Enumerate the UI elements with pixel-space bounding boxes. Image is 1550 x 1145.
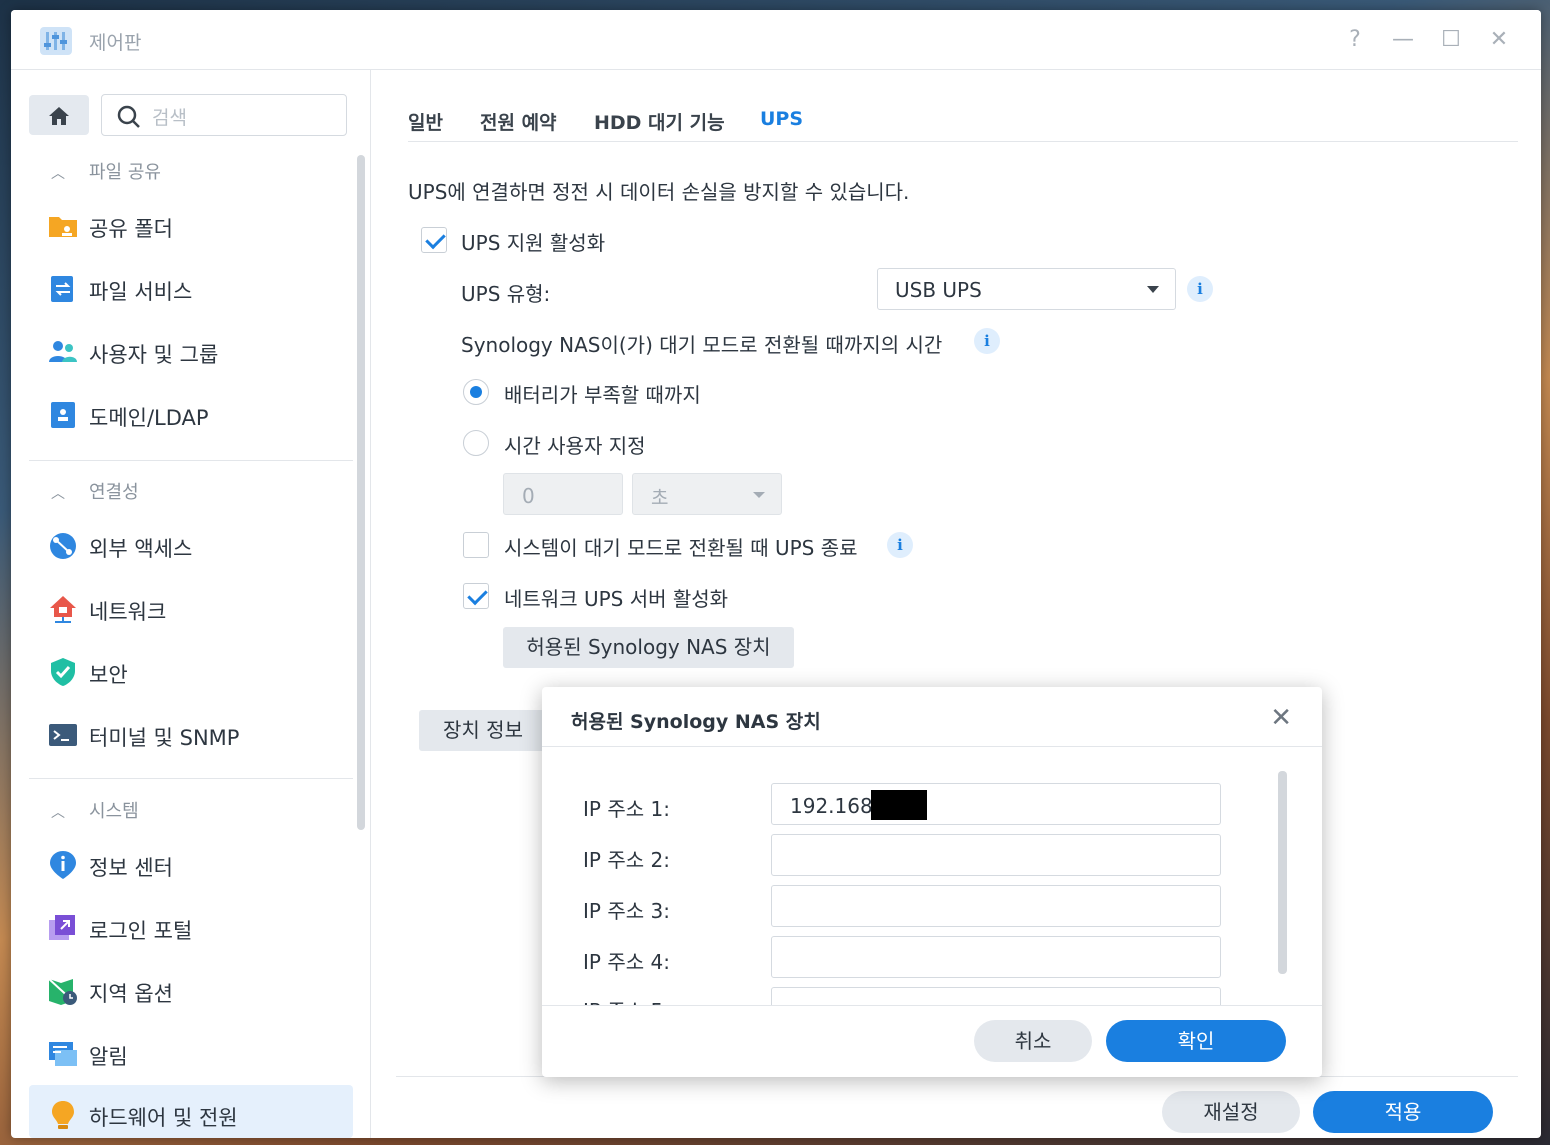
cancel-button[interactable]: 취소 [974, 1020, 1092, 1062]
time-value-input[interactable]: 0 [503, 473, 623, 515]
low-battery-radio[interactable] [463, 379, 489, 405]
standby-time-label: Synology NAS이(가) 대기 모드로 전환될 때까지의 시간 [461, 333, 943, 357]
dropdown-arrow-icon [753, 492, 765, 498]
custom-time-radio[interactable] [463, 430, 489, 456]
sidebar-item-notification[interactable]: 알림 [29, 1028, 353, 1080]
domain-ldap-icon [51, 402, 75, 428]
sidebar-item-hardware-power[interactable]: 하드웨어 및 전원 [29, 1085, 353, 1138]
regional-options-icon [48, 978, 77, 1005]
enable-ups-checkbox[interactable] [421, 227, 447, 253]
ip-address-4-input[interactable] [771, 936, 1221, 978]
section-connectivity[interactable]: ︿ 연결성 [51, 478, 139, 504]
sidebar-item-terminal-snmp[interactable]: 터미널 및 SNMP [29, 709, 353, 761]
device-info-button[interactable]: 장치 정보 [419, 710, 547, 751]
sidebar-item-shared-folder[interactable]: 공유 폴더 [29, 200, 353, 252]
home-icon [49, 107, 69, 125]
redaction-block [871, 790, 927, 820]
shield-icon [51, 658, 75, 686]
close-icon[interactable]: ✕ [1270, 703, 1292, 733]
ups-shutdown-checkbox[interactable] [463, 532, 489, 558]
sidebar-divider [29, 460, 353, 461]
ip-address-4-label: IP 주소 4: [583, 950, 670, 974]
section-file-sharing[interactable]: ︿ 파일 공유 [51, 158, 161, 184]
ups-description: UPS에 연결하면 정전 시 데이터 손실을 방지할 수 있습니다. [408, 180, 910, 204]
low-battery-label: 배터리가 부족할 때까지 [504, 383, 701, 407]
chevron-up-icon: ︿ [51, 805, 65, 821]
network-ups-server-label: 네트워크 UPS 서버 활성화 [504, 587, 729, 611]
ip-address-1-label: IP 주소 1: [583, 797, 670, 821]
enable-ups-label: UPS 지원 활성화 [461, 231, 606, 255]
sidebar-scrollbar[interactable] [357, 155, 365, 830]
info-icon[interactable]: i [887, 532, 913, 558]
terminal-icon [49, 724, 77, 746]
search-input[interactable]: 검색 [101, 94, 347, 136]
dialog-body: IP 주소 1: 192.168 IP 주소 2: IP 주소 3: IP 주소… [542, 747, 1322, 1005]
dialog-scrollbar[interactable] [1278, 771, 1287, 974]
notification-icon [49, 1042, 77, 1066]
ups-type-select[interactable]: USB UPS [877, 268, 1176, 310]
control-panel-app-icon [40, 27, 72, 55]
sidebar-item-external-access[interactable]: 외부 액세스 [29, 520, 353, 572]
sidebar-item-regional-options[interactable]: 지역 옵션 [29, 965, 353, 1017]
chevron-up-icon: ︿ [51, 486, 65, 502]
chevron-up-icon: ︿ [51, 166, 65, 182]
tab-hdd-hibernation[interactable]: HDD 대기 기능 [594, 108, 725, 135]
network-ups-server-checkbox[interactable] [463, 583, 489, 609]
search-icon [117, 105, 140, 128]
ok-button[interactable]: 확인 [1106, 1020, 1286, 1062]
ip-address-1-input[interactable]: 192.168 [771, 783, 1221, 825]
ip-address-2-label: IP 주소 2: [583, 848, 670, 872]
permitted-nas-dialog: 허용된 Synology NAS 장치 ✕ IP 주소 1: 192.168 I… [542, 687, 1322, 1077]
section-system[interactable]: ︿ 시스템 [51, 797, 139, 823]
info-center-icon [50, 851, 76, 879]
users-groups-icon [49, 341, 77, 362]
ups-shutdown-label: 시스템이 대기 모드로 전환될 때 UPS 종료 [504, 536, 858, 560]
network-icon [50, 596, 76, 623]
info-icon[interactable]: i [1187, 276, 1213, 302]
info-icon[interactable]: i [974, 328, 1000, 354]
ip-address-3-label: IP 주소 3: [583, 899, 670, 923]
sidebar-item-users-groups[interactable]: 사용자 및 그룹 [29, 326, 353, 378]
close-button[interactable]: ✕ [1485, 26, 1513, 54]
custom-time-label: 시간 사용자 지정 [504, 434, 646, 458]
sidebar: 검색 ︿ 파일 공유 공유 폴더 파일 서비스 사용자 및 그룹 도메인/LDA… [11, 70, 371, 1138]
sidebar-item-file-services[interactable]: 파일 서비스 [29, 263, 353, 315]
ip-address-2-input[interactable] [771, 834, 1221, 876]
search-placeholder: 검색 [152, 107, 187, 129]
dropdown-arrow-icon [1147, 286, 1159, 293]
apply-button[interactable]: 적용 [1313, 1091, 1493, 1133]
ip-address-5-input[interactable] [771, 987, 1221, 1005]
external-access-icon [50, 533, 76, 559]
sidebar-item-security[interactable]: 보안 [29, 646, 353, 698]
home-button[interactable] [29, 95, 89, 135]
sidebar-item-domain-ldap[interactable]: 도메인/LDAP [29, 389, 353, 441]
ups-type-label: UPS 유형: [461, 282, 551, 306]
dialog-title: 허용된 Synology NAS 장치 [571, 711, 821, 733]
sidebar-item-login-portal[interactable]: 로그인 포털 [29, 902, 353, 954]
window-title: 제어판 [89, 32, 142, 54]
sidebar-divider [29, 778, 353, 779]
shared-folder-icon [49, 217, 77, 237]
ip-address-3-input[interactable] [771, 885, 1221, 927]
maximize-button[interactable]: ☐ [1437, 26, 1465, 54]
file-services-icon [51, 276, 73, 302]
login-portal-icon [49, 915, 75, 940]
tab-power-schedule[interactable]: 전원 예약 [480, 108, 557, 135]
help-button[interactable]: ? [1341, 26, 1369, 54]
time-unit-select[interactable]: 초 [632, 473, 782, 515]
dialog-footer-divider [542, 1005, 1322, 1006]
tab-bar: 일반 전원 예약 HDD 대기 기능 UPS [408, 98, 1518, 142]
sidebar-item-info-center[interactable]: 정보 센터 [29, 839, 353, 891]
minimize-button[interactable]: — [1389, 26, 1417, 54]
lightbulb-icon [52, 1101, 74, 1129]
sidebar-item-network[interactable]: 네트워크 [29, 583, 353, 635]
ip-address-5-label: IP 주소 5: [583, 995, 670, 1005]
tab-general[interactable]: 일반 [408, 108, 443, 135]
permitted-nas-devices-button[interactable]: 허용된 Synology NAS 장치 [503, 627, 794, 668]
tab-ups[interactable]: UPS [760, 108, 803, 130]
title-bar: 제어판 ? — ☐ ✕ [11, 10, 1541, 70]
reset-button[interactable]: 재설정 [1162, 1091, 1300, 1133]
